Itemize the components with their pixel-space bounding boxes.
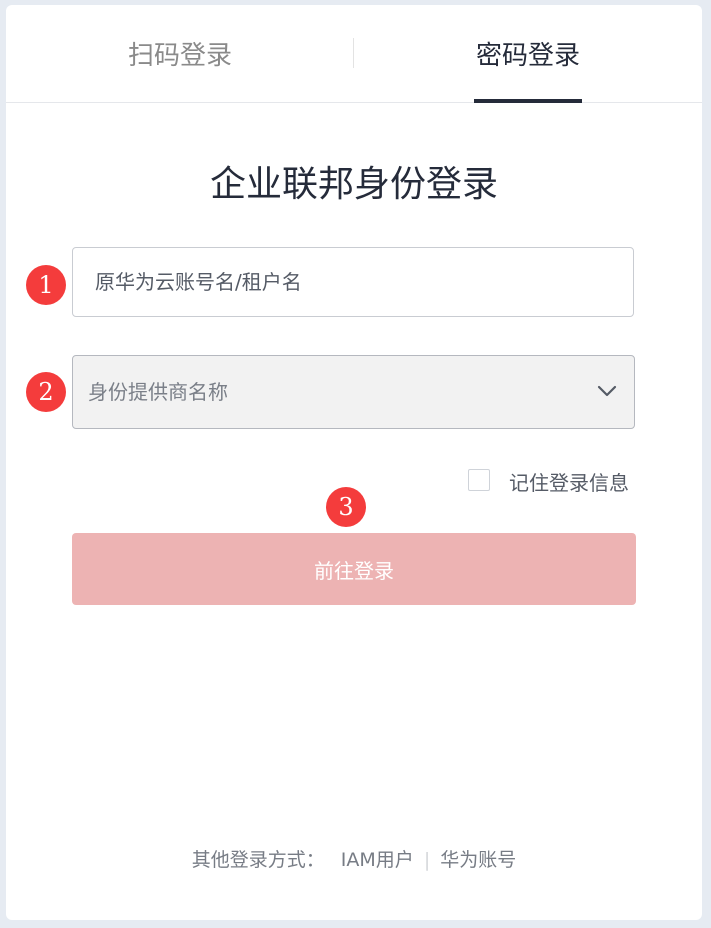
login-submit-button[interactable]: 前往登录 (72, 533, 636, 605)
login-tabs: 扫码登录 密码登录 (6, 5, 702, 103)
chevron-down-icon (597, 385, 617, 397)
step-marker-1: 1 (26, 265, 66, 305)
tab-qr-login[interactable]: 扫码登录 (6, 5, 354, 102)
huawei-account-link[interactable]: 华为账号 (440, 849, 516, 871)
remember-label[interactable]: 记住登录信息 (509, 467, 629, 496)
iam-user-link[interactable]: IAM用户 (341, 849, 414, 871)
page-title: 企业联邦身份登录 (209, 164, 498, 205)
other-login-methods: 其他登录方式： IAM用户 | 华为账号 (6, 845, 702, 872)
step-marker-2: 2 (26, 372, 66, 412)
tab-password-login[interactable]: 密码登录 (354, 5, 702, 102)
step-marker-3: 3 (326, 487, 366, 527)
active-tab-indicator (474, 99, 582, 103)
idp-select-placeholder: 身份提供商名称 (88, 380, 228, 404)
login-card: 扫码登录 密码登录 企业联邦身份登录 1 2 身份提供商名称 记住登录信息 3 … (6, 5, 702, 920)
link-separator: | (423, 849, 431, 871)
remember-checkbox[interactable] (468, 469, 490, 491)
idp-select[interactable]: 身份提供商名称 (72, 355, 635, 429)
other-login-label: 其他登录方式： (191, 849, 325, 871)
account-input[interactable] (72, 247, 634, 317)
